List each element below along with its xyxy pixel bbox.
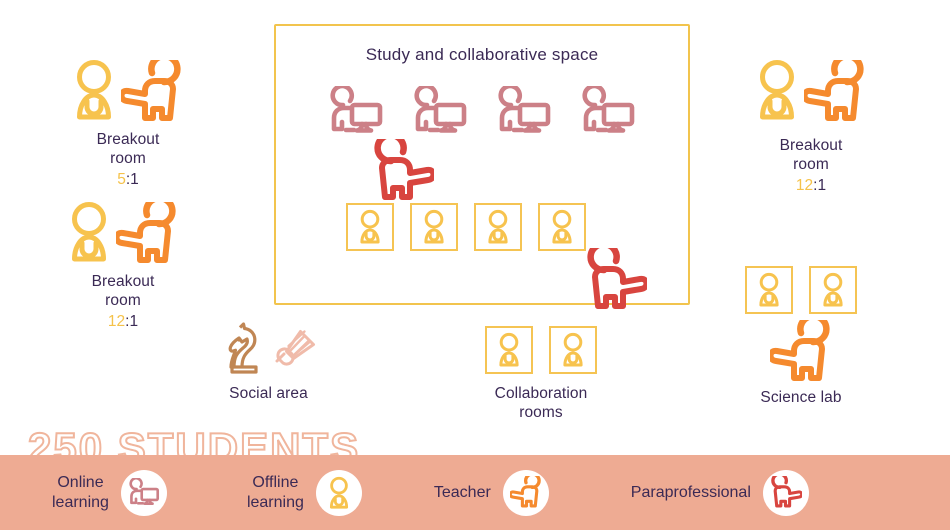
paraprofessional-icon [585,248,647,312]
collaboration-rooms-label: Collaboration rooms [494,385,588,421]
offline-learning-icon [68,200,110,266]
student-cell [549,326,597,374]
offline-learner-cell-group [346,203,586,251]
ratio-suffix: :1 [125,171,139,188]
breakout-room-left-1-icons [48,58,208,124]
chess-knight-icon [220,318,264,376]
student-cell [410,203,458,251]
offline-learning-icon [485,209,511,245]
student-cell [485,326,533,374]
offline-learning-icon [820,272,846,308]
legend-item-offline-learning[interactable]: Offline learning [246,469,362,516]
online-learner-group [328,86,636,136]
offline-learning-icon [756,272,782,308]
legend-item-paraprofessional[interactable]: Paraprofessional [630,469,809,516]
online-learning-icon [496,86,552,136]
science-lab-cells [725,266,877,314]
offline-learning-icon [315,469,362,516]
student-cell [474,203,522,251]
offline-learning-icon [560,332,586,368]
online-learning-icon [328,86,384,136]
infographic-canvas: Breakout room 5:1 Breakout room 12:1 Soc… [0,0,950,530]
offline-learning-icon [357,209,383,245]
teacher-icon [116,202,178,266]
collaboration-rooms: Collaboration rooms [465,326,617,422]
student-cell [745,266,793,314]
paraprofessional-icon [762,469,809,516]
breakout-room-left-2-ratio: 12:1 [43,312,203,331]
student-cell [538,203,586,251]
social-area-icons [196,318,341,376]
breakout-room-right: Breakout room 12:1 [730,58,892,195]
breakout-room-left-2-icons [43,200,203,266]
collaboration-rooms-cells [465,326,617,374]
breakout-room-left-1: Breakout room 5:1 [48,58,208,189]
ratio-number: 12 [107,313,126,330]
social-area: Social area [196,318,341,403]
breakout-room-right-ratio: 12:1 [730,176,892,195]
legend-label: Paraprofessional [630,483,751,501]
legend-label: Teacher [433,483,491,501]
teacher-icon [804,60,866,124]
teacher-icon [770,320,832,384]
paraprofessional-icon [372,139,434,203]
ratio-number: 5 [117,171,126,188]
ratio-suffix: :1 [813,177,827,194]
offline-learning-icon [421,209,447,245]
legend-label: Online learning [52,473,109,511]
social-area-label: Social area [229,385,308,402]
science-lab: Science lab [725,266,877,407]
breakout-room-left-2: Breakout room 12:1 [43,200,203,331]
legend-bar: Online learning Offline learning Teacher… [0,455,950,530]
science-lab-teacher-group [725,320,877,384]
offline-learning-icon [756,58,798,124]
science-lab-label: Science lab [760,389,842,406]
breakout-room-right-icons [730,58,892,124]
legend-item-online-learning[interactable]: Online learning [52,469,167,516]
ratio-suffix: :1 [125,313,139,330]
breakout-room-left-1-ratio: 5:1 [48,170,208,189]
study-space-title: Study and collaborative space [365,45,599,64]
breakout-room-left-1-label: Breakout room [96,131,160,167]
online-learning-icon [580,86,636,136]
teacher-icon [121,60,183,124]
student-cell [809,266,857,314]
online-learning-icon [412,86,468,136]
student-cell [346,203,394,251]
teacher-icon [502,469,549,516]
shuttlecock-icon [270,320,318,368]
legend-label: Offline learning [246,473,304,511]
legend-item-teacher[interactable]: Teacher [433,469,549,516]
breakout-room-right-label: Breakout room [779,137,843,173]
offline-learning-icon [73,58,115,124]
offline-learning-icon [496,332,522,368]
breakout-room-left-2-label: Breakout room [91,273,155,309]
online-learning-icon [120,469,167,516]
ratio-number: 12 [795,177,814,194]
offline-learning-icon [549,209,575,245]
